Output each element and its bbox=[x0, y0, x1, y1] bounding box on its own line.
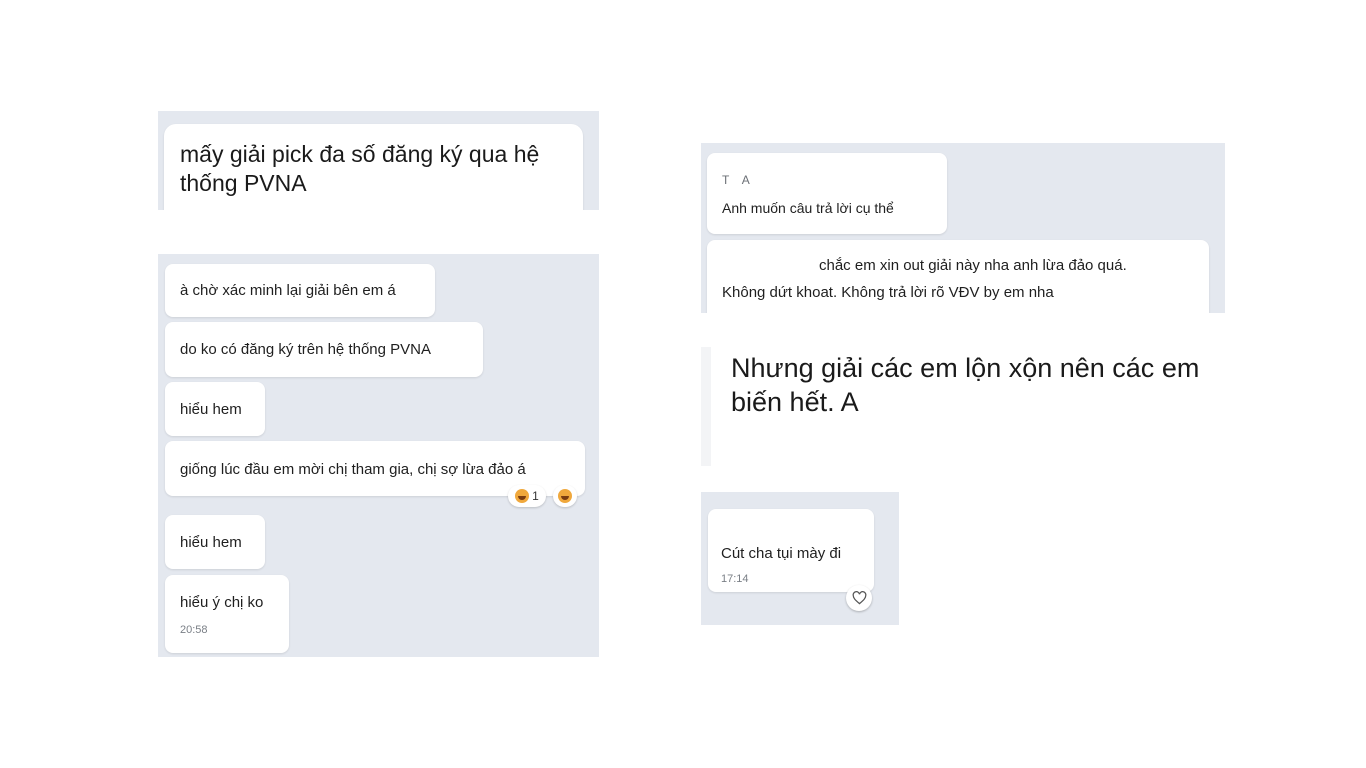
message-text: do ko có đăng ký trên hệ thống PVNA bbox=[180, 341, 431, 358]
message-text: giống lúc đầu em mời chị tham gia, chị s… bbox=[180, 461, 526, 478]
message-bubble[interactable]: Nhưng giải các em lộn xộn nên các em biế… bbox=[711, 347, 1225, 466]
chat-panel-3: T A Anh muốn câu trả lời cụ thể chắc em … bbox=[701, 143, 1225, 313]
heart-react-button[interactable] bbox=[846, 585, 872, 611]
message-text-line-2: thống PVNA bbox=[180, 170, 307, 196]
reply-sender: T A bbox=[722, 173, 750, 187]
reaction-count: 1 bbox=[532, 489, 539, 503]
message-text-line-1: mấy giải pick đa số đăng ký qua hệ bbox=[180, 141, 540, 167]
quoted-reply-bubble[interactable]: T A Anh muốn câu trả lời cụ thể bbox=[707, 153, 947, 234]
chat-panel-4: Nhưng giải các em lộn xộn nên các em biế… bbox=[701, 347, 1225, 466]
message-bubble[interactable]: hiểu hem bbox=[165, 515, 265, 569]
message-text-line-2: biến hết. A bbox=[731, 387, 859, 417]
message-text: hiểu hem bbox=[180, 534, 242, 551]
message-bubble[interactable]: hiểu ý chị ko 20:58 bbox=[165, 575, 289, 653]
message-text-line-1: Nhưng giải các em lộn xộn nên các em bbox=[731, 353, 1200, 383]
message-timestamp: 17:14 bbox=[721, 573, 749, 585]
message-text: Cút cha tụi mày đi bbox=[721, 545, 842, 562]
message-timestamp: 20:58 bbox=[180, 624, 208, 636]
reply-text: Anh muốn câu trả lời cụ thể bbox=[722, 200, 894, 216]
chat-panel-1: mấy giải pick đa số đăng ký qua hệ thống… bbox=[158, 111, 599, 210]
message-text-line-1: chắc em xin out giải này nha anh lừa đảo… bbox=[819, 257, 1127, 274]
message-bubble[interactable]: à chờ xác minh lại giải bên em á bbox=[165, 264, 435, 317]
message-bubble[interactable]: mấy giải pick đa số đăng ký qua hệ thống… bbox=[164, 124, 583, 210]
react-button[interactable] bbox=[553, 485, 577, 507]
message-text: à chờ xác minh lại giải bên em á bbox=[180, 282, 396, 299]
chat-panel-2: à chờ xác minh lại giải bên em á do ko c… bbox=[158, 254, 599, 657]
message-text: hiểu ý chị ko bbox=[180, 594, 264, 611]
message-bubble[interactable]: do ko có đăng ký trên hệ thống PVNA bbox=[165, 322, 483, 377]
heart-icon bbox=[852, 591, 866, 605]
laugh-emoji-icon bbox=[515, 489, 530, 503]
message-bubble[interactable]: chắc em xin out giải này nha anh lừa đảo… bbox=[707, 240, 1209, 313]
message-bubble[interactable]: Cút cha tụi mày đi 17:14 bbox=[708, 509, 874, 592]
chat-panel-5: Cút cha tụi mày đi 17:14 bbox=[701, 492, 899, 625]
message-text-line-2: Không dứt khoat. Không trả lời rõ VĐV by… bbox=[722, 284, 1054, 301]
laugh-emoji-icon bbox=[558, 489, 572, 503]
reaction-badge[interactable]: 1 bbox=[508, 485, 546, 507]
message-bubble[interactable]: hiểu hem bbox=[165, 382, 265, 436]
message-text: hiểu hem bbox=[180, 401, 242, 418]
